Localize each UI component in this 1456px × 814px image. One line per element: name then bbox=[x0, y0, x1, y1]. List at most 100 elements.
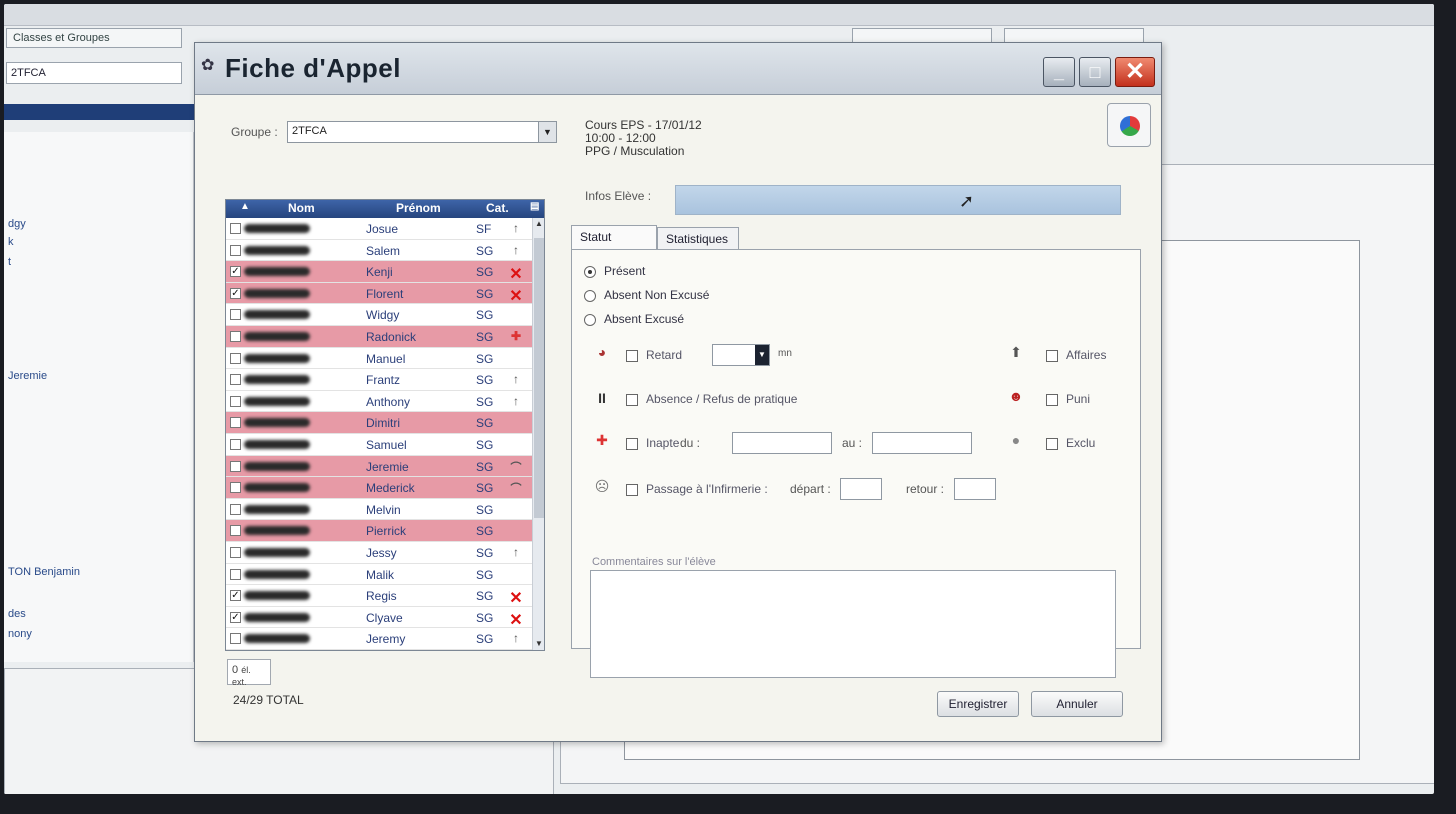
tab-statut[interactable]: Statut bbox=[571, 225, 657, 249]
table-row[interactable]: Radonick SG ✚ bbox=[226, 326, 532, 348]
bg-list-item[interactable]: nony bbox=[8, 628, 32, 640]
depart-time-input[interactable] bbox=[840, 478, 882, 500]
row-checkbox[interactable] bbox=[230, 331, 241, 342]
groupe-select[interactable]: 2TFCA ▼ bbox=[287, 121, 557, 143]
row-checkbox[interactable] bbox=[230, 395, 241, 407]
col-header-nom[interactable]: Nom bbox=[288, 201, 315, 215]
radio-button-selected[interactable] bbox=[584, 265, 596, 278]
puni-checkbox[interactable] bbox=[1046, 393, 1058, 406]
bg-tab-classes[interactable]: Classes et Groupes bbox=[6, 28, 182, 48]
comment-textarea[interactable] bbox=[590, 570, 1116, 678]
external-count-field[interactable]: 0 él. ext. bbox=[227, 659, 271, 687]
table-row[interactable]: Jeremie SG ⌒ bbox=[226, 455, 532, 478]
row-checkbox[interactable]: ✓ bbox=[230, 590, 241, 602]
title-bar[interactable]: ✿ Fiche d'Appel _ □ ✕ bbox=[195, 43, 1161, 95]
row-checkbox[interactable] bbox=[230, 633, 241, 645]
row-checkbox[interactable] bbox=[230, 503, 241, 515]
table-row[interactable]: Samuel SG bbox=[226, 434, 532, 456]
table-row[interactable]: ✓ Florent SG ✕ bbox=[226, 282, 532, 305]
radio-button[interactable] bbox=[584, 313, 596, 326]
color-wheel-button[interactable] bbox=[1107, 103, 1151, 147]
scroll-thumb[interactable] bbox=[534, 238, 544, 518]
scroll-down-icon[interactable]: ▼ bbox=[533, 638, 544, 650]
table-row[interactable]: Frantz SG ↑ bbox=[226, 369, 532, 391]
table-row[interactable]: Pierrick SG bbox=[226, 520, 532, 542]
bg-list-item[interactable]: t bbox=[8, 256, 11, 268]
row-checkbox[interactable]: ✓ bbox=[230, 611, 241, 623]
affaires-option[interactable]: Affaires bbox=[1046, 348, 1106, 362]
absence-refus-checkbox[interactable] bbox=[626, 393, 638, 406]
table-row[interactable]: Salem SG ↑ bbox=[226, 240, 532, 262]
save-button[interactable]: Enregistrer bbox=[937, 691, 1019, 717]
row-checkbox[interactable] bbox=[230, 460, 241, 472]
row-checkbox[interactable] bbox=[230, 309, 241, 321]
row-checkbox[interactable] bbox=[230, 439, 241, 450]
table-row[interactable]: ✓ Clyave SG ✕ bbox=[226, 607, 532, 629]
row-checkbox[interactable] bbox=[230, 223, 241, 234]
exclu-option[interactable]: Exclu bbox=[1046, 436, 1095, 450]
radio-button[interactable] bbox=[584, 289, 596, 302]
row-checkbox[interactable]: ✓ bbox=[230, 266, 241, 278]
maximize-button[interactable]: □ bbox=[1079, 57, 1111, 87]
table-row[interactable]: Jessy SG ↑ bbox=[226, 542, 532, 564]
row-checkbox[interactable] bbox=[230, 547, 241, 558]
bg-class-field[interactable]: 2TFCA bbox=[6, 62, 182, 84]
radio-absent-excuse[interactable]: Absent Excusé bbox=[584, 312, 684, 326]
bg-list-item[interactable]: TON Benjamin bbox=[8, 566, 80, 578]
row-cat: SF bbox=[476, 222, 492, 236]
table-row[interactable]: Mederick SG ⌒ bbox=[226, 477, 532, 499]
minimize-button[interactable]: _ bbox=[1043, 57, 1075, 87]
table-row[interactable]: ✓ Kenji SG ✕ bbox=[226, 261, 532, 283]
bg-list-item[interactable]: k bbox=[8, 236, 14, 248]
table-row[interactable]: Dimitri SG bbox=[226, 412, 532, 434]
col-header-cat[interactable]: Cat. bbox=[486, 201, 509, 215]
table-row[interactable]: Malik SG bbox=[226, 564, 532, 586]
row-checkbox[interactable] bbox=[230, 352, 241, 364]
column-menu-icon[interactable]: ▤ bbox=[530, 201, 539, 212]
redacted-name bbox=[244, 332, 310, 341]
infirmerie-option[interactable]: Passage à l'Infirmerie : bbox=[626, 482, 768, 496]
absence-refus-option[interactable]: Absence / Refus de pratique bbox=[626, 392, 797, 406]
cancel-button[interactable]: Annuler bbox=[1031, 691, 1123, 717]
table-scrollbar[interactable]: ▲ ▼ bbox=[532, 218, 544, 650]
affaires-checkbox[interactable] bbox=[1046, 349, 1058, 362]
close-button[interactable]: ✕ bbox=[1115, 57, 1155, 87]
row-checkbox[interactable] bbox=[230, 244, 241, 256]
sort-icon[interactable]: ▲ bbox=[240, 201, 250, 212]
bg-list-item[interactable]: des bbox=[8, 608, 26, 620]
radio-present[interactable]: Présent bbox=[584, 264, 645, 278]
table-row[interactable]: Josue SF ↑ bbox=[226, 218, 532, 240]
table-row[interactable]: Jeremy SG ↑ bbox=[226, 628, 532, 650]
bg-list-item[interactable]: Jeremie bbox=[8, 370, 47, 382]
retard-checkbox[interactable] bbox=[626, 349, 638, 362]
retour-time-input[interactable] bbox=[954, 478, 996, 500]
retard-minutes-select[interactable]: ▼ bbox=[712, 344, 770, 366]
inapte-start-date[interactable] bbox=[732, 432, 832, 454]
exclu-checkbox[interactable] bbox=[1046, 437, 1058, 450]
row-checkbox[interactable] bbox=[230, 417, 241, 429]
table-row[interactable]: Melvin SG bbox=[226, 499, 532, 521]
row-checkbox[interactable] bbox=[230, 568, 241, 580]
table-row[interactable]: Widgy SG bbox=[226, 304, 532, 326]
inapte-checkbox[interactable] bbox=[626, 437, 638, 450]
table-row[interactable]: Manuel SG bbox=[226, 348, 532, 370]
scroll-up-icon[interactable]: ▲ bbox=[533, 218, 544, 230]
puni-option[interactable]: Puni bbox=[1046, 392, 1090, 406]
row-checkbox[interactable] bbox=[230, 374, 241, 386]
row-checkbox[interactable] bbox=[230, 482, 241, 494]
chevron-down-icon[interactable]: ▼ bbox=[755, 345, 769, 365]
color-wheel-icon bbox=[1120, 116, 1140, 136]
inapte-end-date[interactable] bbox=[872, 432, 972, 454]
infirmerie-checkbox[interactable] bbox=[626, 483, 638, 496]
bg-list-item[interactable]: dgy bbox=[8, 218, 26, 230]
table-row[interactable]: ✓ Regis SG ✕ bbox=[226, 585, 532, 607]
inapte-option[interactable]: Inapte bbox=[626, 436, 679, 450]
col-header-prenom[interactable]: Prénom bbox=[396, 201, 441, 215]
row-checkbox[interactable] bbox=[230, 525, 241, 537]
radio-absent-non-excuse[interactable]: Absent Non Excusé bbox=[584, 288, 709, 302]
row-checkbox[interactable]: ✓ bbox=[230, 287, 241, 299]
chevron-down-icon[interactable]: ▼ bbox=[538, 122, 556, 142]
retard-option[interactable]: Retard bbox=[626, 348, 682, 362]
tab-statistiques[interactable]: Statistiques bbox=[657, 227, 739, 249]
table-row[interactable]: Anthony SG ↑ bbox=[226, 391, 532, 413]
